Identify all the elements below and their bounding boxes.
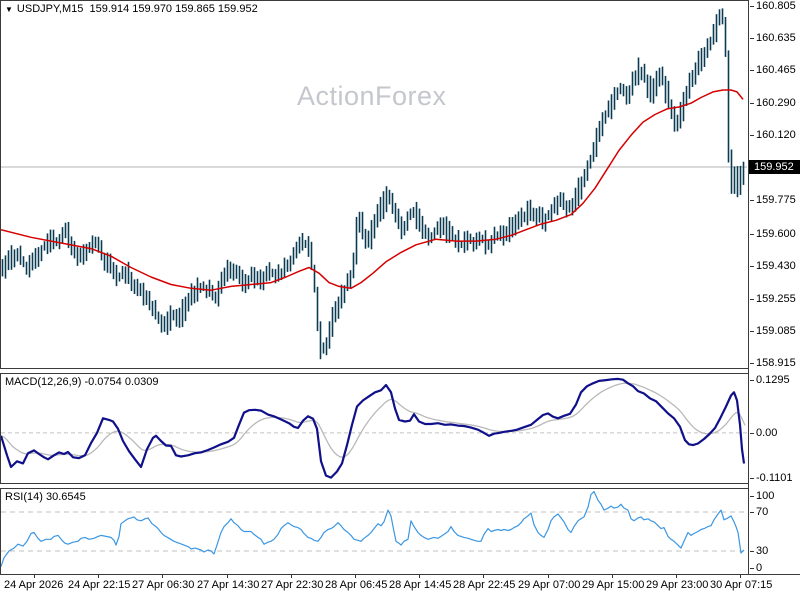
macd-tick-label: 0.1295 bbox=[750, 374, 790, 386]
price-tick-label: 159.600 bbox=[750, 228, 796, 240]
time-tick bbox=[483, 575, 484, 578]
time-tick bbox=[355, 575, 356, 578]
price-tick-label: 160.635 bbox=[750, 32, 796, 44]
price-tick-label: 160.120 bbox=[750, 129, 796, 141]
macd-label: MACD(12,26,9) -0.0754 0.0309 bbox=[5, 376, 159, 388]
time-tick bbox=[34, 575, 35, 578]
price-axis[interactable]: 159.952 160.805 160.635 160.465 160.290 160.… bbox=[748, 0, 800, 575]
time-label: 28 Apr 06:45 bbox=[325, 579, 388, 591]
time-tick bbox=[162, 575, 163, 578]
price-tick-label: 160.465 bbox=[750, 64, 796, 76]
price-tick-label: 159.255 bbox=[750, 293, 796, 305]
price-tick-label: 159.085 bbox=[750, 325, 796, 337]
time-tick bbox=[419, 575, 420, 578]
time-label: 24 Apr 22:15 bbox=[68, 579, 131, 591]
price-tick-label: 160.290 bbox=[750, 97, 796, 109]
price-tick-label: 158.915 bbox=[750, 357, 796, 369]
rsi-tick-label: 100 bbox=[750, 490, 774, 502]
price-tick-label: 160.805 bbox=[750, 0, 796, 12]
chart-window: ActionForex ▼ USDJPY,M15 159.914 159.970… bbox=[0, 0, 800, 600]
price-bars bbox=[1, 8, 745, 360]
rsi-line bbox=[1, 490, 745, 567]
time-axis[interactable]: 24 Apr 2026 24 Apr 22:15 27 Apr 06:30 27 Ap… bbox=[0, 575, 800, 600]
watermark: ActionForex bbox=[297, 81, 447, 111]
macd-line bbox=[1, 377, 746, 479]
price-tick-label: 159.775 bbox=[750, 194, 796, 206]
time-tick bbox=[676, 575, 677, 578]
time-label: 24 Apr 2026 bbox=[4, 579, 64, 591]
time-tick bbox=[612, 575, 613, 578]
time-tick bbox=[291, 575, 292, 578]
time-tick bbox=[98, 575, 99, 578]
time-label: 27 Apr 14:30 bbox=[197, 579, 260, 591]
rsi-chart[interactable] bbox=[1, 489, 747, 574]
rsi-tick-label: 30 bbox=[750, 545, 768, 557]
rsi-panel: RSI(14) 30.6545 bbox=[0, 488, 748, 575]
macd-tick-label: -0.1101 bbox=[750, 472, 793, 484]
rsi-tick-label: 0 bbox=[750, 562, 762, 574]
time-label: 28 Apr 22:45 bbox=[453, 579, 516, 591]
main-chart[interactable] bbox=[1, 1, 747, 368]
time-label: 29 Apr 23:00 bbox=[646, 579, 709, 591]
symbol-ohlc-text: USDJPY,M15 159.914 159.970 159.865 159.9… bbox=[16, 3, 258, 15]
time-label: 28 Apr 14:45 bbox=[389, 579, 452, 591]
time-tick bbox=[740, 575, 741, 578]
price-tick-label: 159.430 bbox=[750, 260, 796, 272]
time-label: 29 Apr 07:00 bbox=[518, 579, 581, 591]
macd-panel: MACD(12,26,9) -0.0754 0.0309 bbox=[0, 373, 748, 484]
ma-line bbox=[1, 89, 744, 291]
main-chart-panel: ActionForex ▼ USDJPY,M15 159.914 159.970… bbox=[0, 0, 748, 369]
time-label: 27 Apr 06:30 bbox=[132, 579, 195, 591]
rsi-tick-label: 70 bbox=[750, 506, 768, 518]
dropdown-triangle-icon: ▼ bbox=[5, 4, 13, 14]
current-price-tag: 159.952 bbox=[749, 160, 800, 174]
macd-tick-label: 0.00 bbox=[750, 427, 777, 439]
time-label: 27 Apr 22:30 bbox=[261, 579, 324, 591]
time-label: 30 Apr 07:15 bbox=[710, 579, 773, 591]
time-tick bbox=[548, 575, 549, 578]
symbol-info: ▼ USDJPY,M15 159.914 159.970 159.865 159… bbox=[5, 3, 258, 15]
rsi-label: RSI(14) 30.6545 bbox=[5, 491, 86, 503]
time-label: 29 Apr 15:00 bbox=[582, 579, 645, 591]
time-tick bbox=[227, 575, 228, 578]
macd-chart[interactable] bbox=[1, 374, 747, 483]
